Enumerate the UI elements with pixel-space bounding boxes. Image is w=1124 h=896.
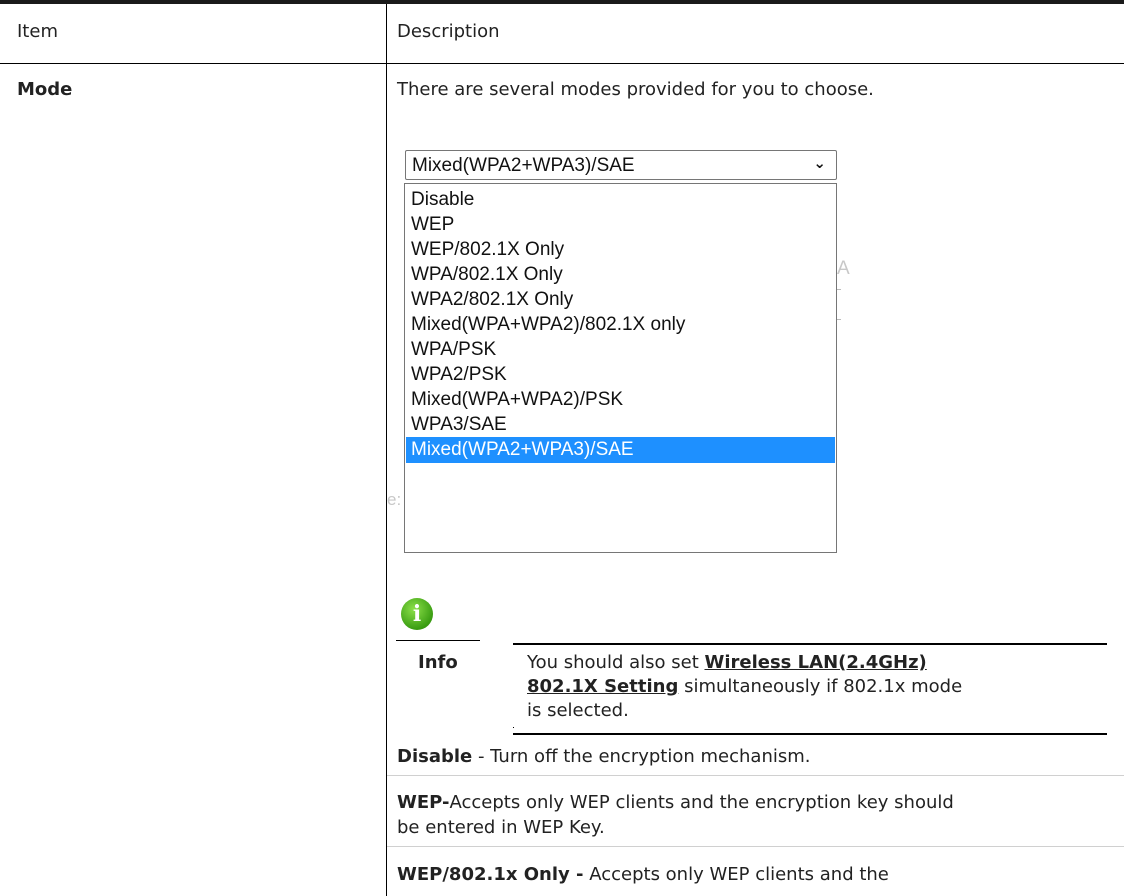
option-mixed-wpa2-wpa3-sae[interactable]: Mixed(WPA2+WPA3)/SAE [406,437,835,463]
option-disable[interactable]: Disable [406,187,835,213]
option-wpa2-psk[interactable]: WPA2/PSK [406,362,835,388]
info-inner-rule [513,727,514,728]
disable-term: Disable [397,746,473,767]
info-label-rule [396,640,480,641]
select-value: Mixed(WPA2+WPA3)/SAE [412,155,635,176]
option-wpa-8021x-only[interactable]: WPA/802.1X Only [406,262,835,288]
option-wep-8021x-only[interactable]: WEP/802.1X Only [406,237,835,263]
header-description: Description [397,21,500,42]
row-divider [387,846,1124,847]
security-mode-dropdown[interactable]: Disable WEP WEP/802.1X Only WPA/802.1X O… [404,183,837,553]
option-wpa2-8021x-only[interactable]: WPA2/802.1X Only [406,287,835,313]
chevron-down-icon: ⌄ [813,154,826,172]
info-bottom-rule [513,733,1107,735]
option-mixed-wpa-wpa2-8021x[interactable]: Mixed(WPA+WPA2)/802.1X only [406,312,835,338]
info-line-2: 802.1X Setting simultaneously if 802.1x … [527,676,962,698]
option-wpa-psk[interactable]: WPA/PSK [406,337,835,363]
wep-description-line1: WEP-Accepts only WEP clients and the enc… [397,792,954,814]
wep-8021x-term: WEP/802.1x Only - [397,864,584,885]
info-text-post: simultaneously if 802.1x mode [678,676,963,697]
mode-intro-text: There are several modes provided for you… [397,79,874,100]
info-label: Info [418,652,458,673]
wep-description-line2: be entered in WEP Key. [397,817,605,838]
row-divider [387,775,1124,776]
header-item: Item [17,21,58,42]
disable-desc: - Turn off the encryption mechanism. [472,746,811,767]
option-wpa3-sae[interactable]: WPA3/SAE [406,412,835,438]
background-remnant [837,319,841,320]
option-wep[interactable]: WEP [406,212,835,238]
info-top-rule [513,643,1107,645]
table-header-divider [0,63,1124,64]
table-top-border [0,0,1124,4]
background-remnant [837,289,841,290]
wep-8021x-desc: Accepts only WEP clients and the [583,864,889,885]
info-text-pre: You should also set [527,652,705,673]
wep-term: WEP- [397,792,450,813]
background-remnant: e: [387,490,402,509]
background-remnant: A [837,258,850,279]
info-line-1: You should also set Wireless LAN(2.4GHz) [527,652,927,674]
wireless-lan-8021x-link-cont[interactable]: 802.1X Setting [527,676,678,697]
option-mixed-wpa-wpa2-psk[interactable]: Mixed(WPA+WPA2)/PSK [406,387,835,413]
wep-8021x-description: WEP/802.1x Only - Accepts only WEP clien… [397,864,889,886]
info-icon: i [401,598,433,630]
table-column-divider [386,4,387,896]
wep-desc-1: Accepts only WEP clients and the encrypt… [449,792,954,813]
security-mode-select[interactable]: Mixed(WPA2+WPA3)/SAE ⌄ [405,150,837,180]
info-line-3: is selected. [527,700,629,721]
row-item-mode: Mode [17,79,73,100]
wireless-lan-8021x-link[interactable]: Wireless LAN(2.4GHz) [704,652,926,673]
disable-description: Disable - Turn off the encryption mechan… [397,746,811,768]
